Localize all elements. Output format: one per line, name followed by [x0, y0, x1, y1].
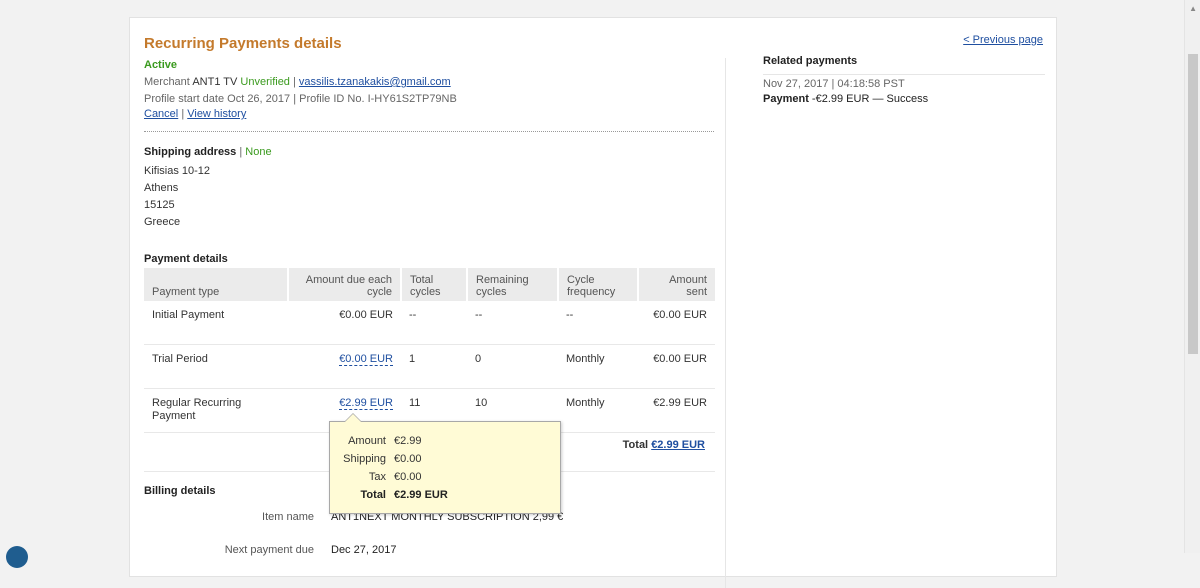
page-title: Recurring Payments details [144, 35, 342, 52]
amount-breakdown-link[interactable]: €2.99 EUR [339, 397, 393, 410]
scrollbar[interactable]: ▲ [1184, 0, 1200, 553]
section-divider [144, 131, 714, 132]
cell-total-cycles: 1 [401, 344, 467, 389]
column-header: Payment type [144, 268, 289, 301]
merchant-email-link[interactable]: vassilis.tzanakakis@gmail.com [299, 76, 451, 88]
scroll-up-icon[interactable]: ▲ [1189, 4, 1197, 13]
table-header-row: Payment type Amount due each cycle Total… [144, 268, 715, 301]
tooltip-row-tax: Tax €0.00 [330, 471, 562, 489]
related-payment-text: -€2.99 EUR — Success [811, 93, 929, 105]
profile-info: Profile start date Oct 26, 2017 | Profil… [144, 93, 457, 105]
tooltip-shipping-value: €0.00 [394, 453, 422, 465]
help-icon[interactable] [6, 546, 28, 568]
next-payment-label: Next payment due [224, 544, 314, 556]
cell-frequency: -- [558, 301, 638, 345]
merchant-name: ANT1 TV [192, 76, 238, 88]
related-divider [763, 74, 1045, 75]
view-history-link[interactable]: View history [187, 108, 246, 120]
tooltip-tax-value: €0.00 [394, 471, 422, 483]
column-header: Cycle frequency [558, 268, 639, 301]
next-payment-value: Dec 27, 2017 [331, 544, 397, 556]
shipping-status: None [245, 146, 272, 158]
tooltip-total-value: €2.99 EUR [394, 489, 448, 501]
profile-actions: Cancel | View history [144, 108, 246, 120]
address-line: 15125 [144, 199, 175, 211]
cell-amount-sent: €0.00 EUR [638, 344, 715, 389]
cell-payment-type: Regular Recurring Payment [144, 388, 288, 433]
tooltip-shipping-label: Shipping [343, 453, 386, 465]
payment-total: Total €2.99 EUR [623, 439, 705, 451]
actions-separator: | [181, 108, 185, 120]
merchant-separator: | [293, 76, 296, 88]
cell-amount-due: €0.00 EUR [288, 301, 401, 345]
cell-remaining-cycles: 0 [467, 344, 558, 389]
address-line: Athens [144, 182, 179, 194]
shipping-label: Shipping address [144, 146, 237, 158]
table-row: Trial Period €0.00 EUR 1 0 Monthly €0.00… [144, 344, 715, 389]
tooltip-amount-value: €2.99 [394, 435, 422, 447]
column-header: Total cycles [401, 268, 468, 301]
table-row: Initial Payment €0.00 EUR -- -- -- €0.00… [144, 301, 715, 345]
tooltip-arrow-fill [345, 414, 361, 422]
tooltip-row-total: Total €2.99 EUR [330, 489, 562, 507]
cell-amount-due: €0.00 EUR [288, 344, 401, 389]
tooltip-total-label: Total [360, 489, 386, 501]
tooltip-row-shipping: Shipping €0.00 [330, 453, 562, 471]
shipping-header: Shipping address | None [144, 146, 272, 158]
item-name-label: Item name [262, 511, 314, 523]
column-header: Amount sent [638, 268, 715, 301]
merchant-verification: Unverified [240, 76, 290, 88]
status-badge: Active [144, 59, 178, 71]
cell-amount-sent: €0.00 EUR [638, 301, 715, 345]
cancel-link[interactable]: Cancel [144, 108, 178, 120]
scrollbar-thumb[interactable] [1188, 54, 1198, 354]
billing-details-title: Billing details [144, 485, 216, 497]
address-line: Kifisias 10-12 [144, 165, 211, 177]
shipping-separator: | [239, 146, 243, 158]
cell-amount-sent: €2.99 EUR [638, 388, 715, 433]
related-payment-item: Payment -€2.99 EUR — Success [763, 93, 928, 105]
address-line: Greece [144, 216, 181, 228]
related-payment-label: Payment [763, 93, 809, 105]
column-divider [725, 58, 726, 588]
tooltip-amount-label: Amount [348, 435, 386, 447]
cell-total-cycles: -- [401, 301, 467, 345]
cell-payment-type: Initial Payment [144, 301, 288, 345]
total-value-link[interactable]: €2.99 EUR [651, 439, 705, 451]
related-payment-date: Nov 27, 2017 | 04:18:58 PST [763, 78, 905, 90]
previous-page-link[interactable]: < Previous page [963, 34, 1043, 46]
payment-details-table: Payment type Amount due each cycle Total… [144, 268, 715, 433]
cell-payment-type: Trial Period [144, 344, 288, 389]
amount-breakdown-tooltip: Amount €2.99 Shipping €0.00 Tax €0.00 To… [329, 413, 562, 514]
shipping-address: Kifisias 10-12 Athens 15125 Greece [144, 163, 210, 231]
payment-details-title: Payment details [144, 253, 228, 265]
cell-frequency: Monthly [558, 388, 638, 433]
total-label: Total [622, 439, 649, 451]
related-payments-title: Related payments [763, 55, 858, 67]
column-header: Remaining cycles [467, 268, 559, 301]
tooltip-tax-label: Tax [368, 471, 386, 483]
merchant-line: Merchant ANT1 TV Unverified | vassilis.t… [144, 76, 451, 88]
recurring-payment-card: Recurring Payments details Active Mercha… [129, 17, 1057, 588]
column-header: Amount due each cycle [288, 268, 402, 301]
merchant-label: Merchant [144, 76, 190, 88]
amount-breakdown-link[interactable]: €0.00 EUR [339, 353, 393, 366]
cell-remaining-cycles: -- [467, 301, 558, 345]
cell-frequency: Monthly [558, 344, 638, 389]
tooltip-row-amount: Amount €2.99 [330, 435, 562, 453]
